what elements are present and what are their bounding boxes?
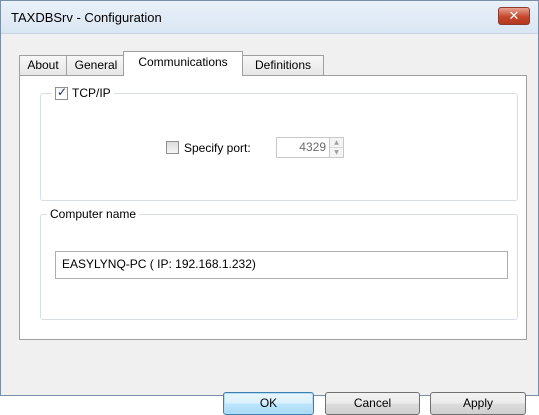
tcpip-group: ✓ TCP/IP Specify port: 4329 ▲ ▼ (40, 85, 518, 201)
communications-panel: ✓ TCP/IP Specify port: 4329 ▲ ▼ Computer… (19, 75, 527, 340)
tcpip-checkbox[interactable]: ✓ (55, 84, 68, 100)
specify-port-checkbox[interactable] (166, 141, 179, 154)
tab-label: Communications (138, 55, 228, 69)
tab-label: Definitions (254, 58, 312, 72)
computer-name-field[interactable]: EASYLYNQ-PC ( IP: 192.168.1.232) (55, 251, 508, 279)
apply-button[interactable]: Apply (430, 392, 526, 415)
tab-about[interactable]: About (19, 55, 67, 75)
ok-button[interactable]: OK (223, 392, 314, 415)
tcpip-label: TCP/IP (72, 86, 111, 100)
close-button[interactable]: ✕ (498, 7, 530, 25)
specify-port-label: Specify port: (184, 141, 251, 155)
tcpip-legend: ✓ TCP/IP (52, 84, 114, 100)
dialog-client-area: About General Communications Definitions… (7, 34, 532, 415)
tab-general[interactable]: General (66, 55, 126, 75)
window-title: TAXDBSrv - Configuration (11, 10, 162, 25)
tab-label: About (27, 58, 59, 72)
spin-up-icon[interactable]: ▲ (330, 138, 343, 148)
tab-communications[interactable]: Communications (123, 51, 243, 76)
spin-down-icon[interactable]: ▼ (330, 148, 343, 158)
close-icon: ✕ (508, 8, 520, 24)
title-bar[interactable]: TAXDBSrv - Configuration ✕ (1, 1, 538, 34)
computer-name-legend: Computer name (47, 207, 140, 221)
configuration-window: TAXDBSrv - Configuration ✕ About General… (0, 0, 539, 415)
tab-definitions[interactable]: Definitions (242, 55, 324, 75)
tab-label: General (74, 58, 118, 72)
checkmark-icon: ✓ (57, 84, 68, 99)
port-spinner[interactable]: ▲ ▼ (329, 137, 344, 158)
computer-name-group: Computer name EASYLYNQ-PC ( IP: 192.168.… (40, 207, 518, 320)
cancel-button[interactable]: Cancel (325, 392, 420, 415)
port-input[interactable]: 4329 (276, 137, 330, 158)
